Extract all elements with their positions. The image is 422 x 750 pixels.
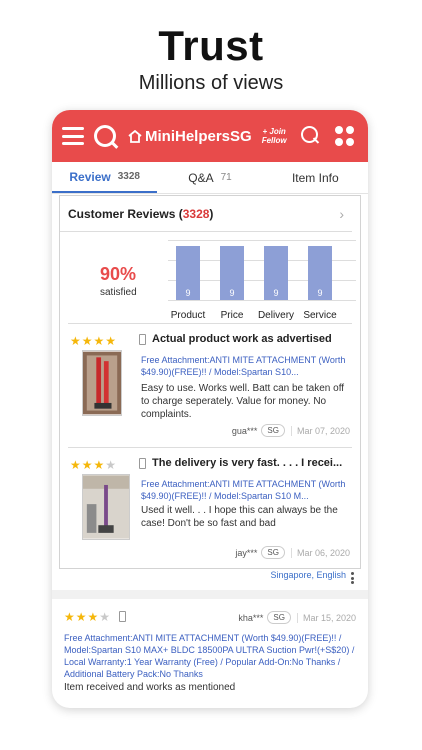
join-label: + Join	[262, 127, 286, 136]
bar-label-service: Service	[303, 310, 337, 321]
mobile-device-icon	[139, 458, 146, 469]
satisfied-label: satisfied	[100, 287, 137, 298]
reviews-count-close: )	[209, 206, 214, 221]
shop-name-link[interactable]: MiniHelpersSG	[128, 128, 252, 145]
review-body: Used it well. . . I hope this can always…	[141, 505, 338, 529]
apps-grid-icon[interactable]	[334, 126, 355, 146]
review-item[interactable]: ★★★★ Actual product work as advertised F…	[68, 324, 352, 448]
review-meta: kha*** SG Mar 15, 2020	[238, 611, 356, 624]
language-selector[interactable]: Singapore, English	[270, 570, 346, 580]
review-title: The delivery is very fast. . . . I recei…	[152, 457, 343, 469]
shop-name: MiniHelpersSG	[145, 127, 252, 145]
star-filled-icon: ★	[87, 610, 100, 624]
reviews-count-open: (	[175, 206, 183, 221]
star-filled-icon: ★	[93, 458, 106, 472]
review-photo[interactable]	[82, 350, 122, 416]
tab-review[interactable]: Review 3328	[52, 162, 158, 193]
qoo10-logo-icon[interactable]	[94, 125, 116, 147]
tab-item-info[interactable]: Item Info	[263, 162, 368, 193]
home-icon	[128, 129, 142, 143]
star-filled-icon: ★	[81, 458, 94, 472]
phone-screen: MiniHelpersSG + Join Fellow Review 3328 …	[52, 110, 368, 708]
country-badge: SG	[261, 546, 285, 559]
review-date: Mar 15, 2020	[296, 612, 356, 623]
country-badge: SG	[267, 611, 291, 624]
star-filled-icon: ★	[70, 334, 82, 348]
tab-review-label: Review	[69, 169, 111, 184]
country-badge: SG	[261, 424, 285, 437]
reviewer-name: jay***	[235, 547, 258, 558]
customer-reviews-title: Customer Reviews (3328)	[68, 207, 213, 221]
rating-bar-price: 9	[220, 246, 244, 300]
hero-title: Trust	[158, 22, 264, 69]
fellow-label: Fellow	[261, 136, 287, 145]
tab-item-info-label: Item Info	[291, 170, 339, 185]
gridline	[168, 240, 356, 241]
rating-bar-product: 9	[176, 246, 200, 300]
star-filled-icon: ★	[93, 334, 106, 348]
star-filled-icon: ★	[64, 610, 76, 624]
review-option-link[interactable]: Free Attachment:ANTI MITE ATTACHMENT (Wo…	[141, 354, 353, 378]
hero-subtitle: Millions of views	[138, 72, 284, 94]
bar-label-delivery: Delivery	[257, 310, 295, 321]
tab-qa-label: Q&A	[188, 170, 214, 185]
satisfied-percent: 90%	[100, 264, 137, 284]
rating-bar-service: 9	[308, 246, 332, 300]
review-option-link[interactable]: Free Attachment:ANTI MITE ATTACHMENT (Wo…	[64, 632, 356, 680]
reviews-title-text: Customer Reviews	[68, 206, 176, 221]
reviews-count: 3328	[182, 206, 210, 221]
star-empty-icon: ★	[105, 458, 118, 472]
tab-bar: Review 3328 Q&A 71 Item Info	[52, 162, 368, 194]
review-title: Actual product work as advertised	[152, 333, 332, 345]
star-filled-icon: ★	[70, 458, 82, 472]
rating-bar-chart: 9 Product 9 Price 9 Delivery 9 Service	[168, 240, 356, 321]
bar-label-price: Price	[220, 310, 244, 321]
reviewer-name: gua***	[231, 425, 258, 436]
reviewer-name: kha***	[238, 612, 264, 623]
join-fellow-button[interactable]: + Join Fellow	[262, 127, 287, 145]
review-meta: gua*** SG Mar 07, 2020	[232, 424, 350, 437]
rating-stars: ★★★★	[70, 458, 117, 472]
mobile-device-icon	[119, 611, 126, 622]
gridline	[168, 300, 356, 301]
menu-icon[interactable]	[62, 127, 84, 145]
bar-label-product: Product	[170, 310, 206, 321]
review-option-link[interactable]: Free Attachment:ANTI MITE ATTACHMENT (Wo…	[141, 478, 353, 502]
review-item[interactable]: ★★★★ The delivery is very fast. . . . I …	[68, 448, 352, 568]
star-empty-icon: ★	[99, 610, 112, 624]
tab-qa-count: 71	[220, 172, 232, 183]
rating-stars: ★★★★	[64, 610, 111, 624]
review-body: Item received and works as mentioned	[64, 682, 236, 693]
customer-reviews-panel: Customer Reviews (3328) › 90% satisfied …	[59, 195, 361, 569]
chevron-right-icon[interactable]: ›	[339, 206, 344, 222]
search-icon[interactable]	[300, 126, 321, 146]
star-filled-icon: ★	[81, 334, 94, 348]
tab-qa[interactable]: Q&A 71	[157, 162, 262, 193]
customer-reviews-header[interactable]: Customer Reviews (3328) ›	[60, 196, 352, 232]
top-bar: MiniHelpersSG + Join Fellow	[52, 110, 368, 162]
review-meta: jay*** SG Mar 06, 2020	[235, 546, 350, 559]
review-date: Mar 07, 2020	[290, 425, 350, 436]
star-filled-icon: ★	[75, 610, 88, 624]
rating-bar-delivery: 9	[264, 246, 288, 300]
section-divider	[52, 590, 368, 599]
tab-review-count: 3328	[117, 171, 140, 182]
review-body: Easy to use. Works well. Batt can be tak…	[141, 383, 345, 420]
review-date: Mar 06, 2020	[290, 547, 350, 558]
more-options-icon[interactable]	[351, 572, 354, 584]
rating-summary: 90% satisfied 9 Product 9 Price 9 Delivery 9 Se…	[68, 232, 356, 324]
mobile-device-icon	[139, 334, 146, 345]
star-filled-icon: ★	[105, 334, 118, 348]
rating-stars: ★★★★	[70, 334, 117, 348]
review-photo[interactable]	[82, 474, 130, 540]
